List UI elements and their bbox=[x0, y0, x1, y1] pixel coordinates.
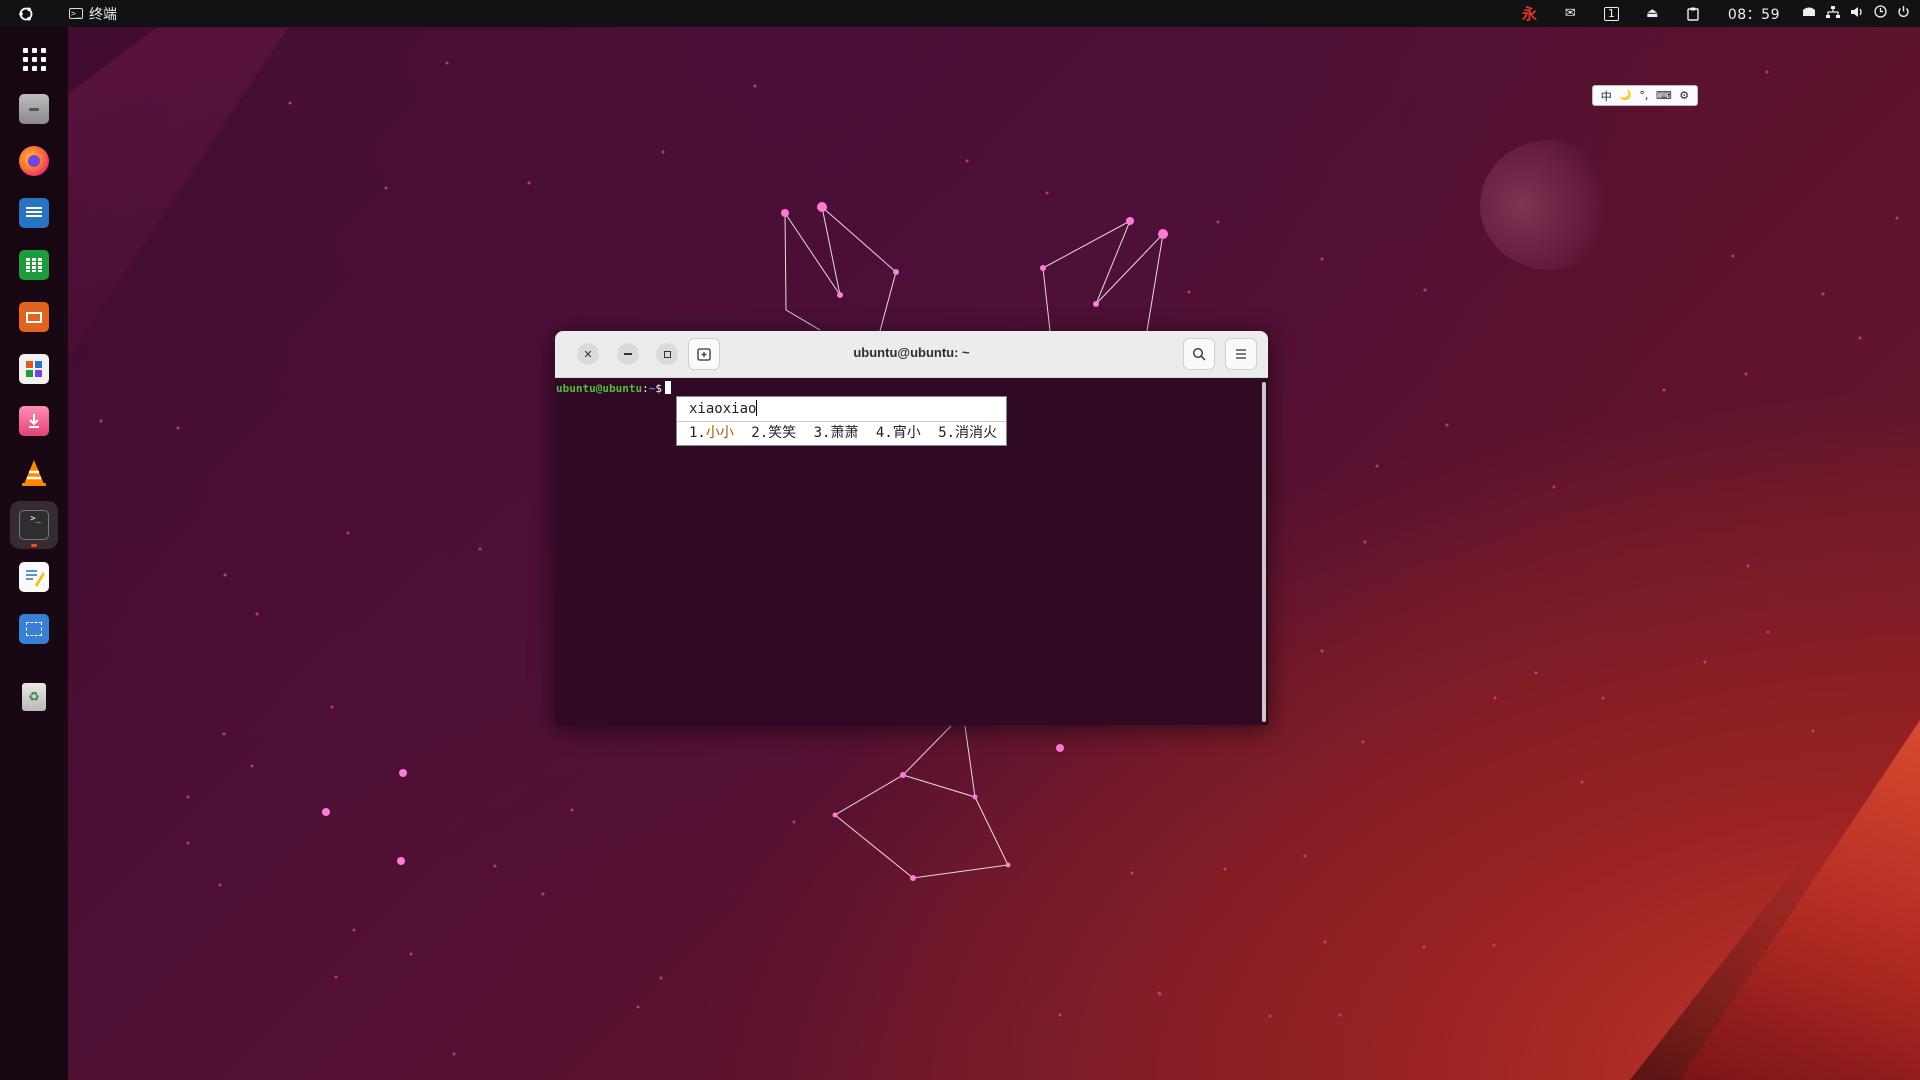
candidate-word: 笑笑 bbox=[768, 425, 797, 441]
candidate-index: 4. bbox=[875, 425, 893, 441]
candidate-word: 宵小 bbox=[892, 425, 921, 441]
terminal-headerbar[interactable]: ✕ ubuntu@ubuntu: ~ bbox=[555, 331, 1268, 378]
libreoffice-impress-icon bbox=[19, 302, 49, 332]
ime-indicator[interactable]: 永 bbox=[1509, 0, 1550, 27]
candidate-index: 1. bbox=[689, 425, 706, 441]
hamburger-menu-icon bbox=[1236, 349, 1246, 359]
text-cursor bbox=[664, 381, 671, 394]
terminal-window: ✕ ubuntu@ubuntu: ~ ubuntu@ubuntu:~$ bbox=[555, 331, 1268, 725]
ime-preedit-text: xiaoxiao bbox=[689, 401, 757, 417]
firefox-icon bbox=[19, 146, 49, 176]
terminal-app-icon: >_ bbox=[69, 8, 83, 19]
dock-item-impress[interactable] bbox=[10, 293, 58, 341]
terminal-scrollbar[interactable] bbox=[1262, 382, 1266, 722]
shell-prompt: ubuntu@ubuntu:~$ bbox=[556, 381, 671, 395]
search-button[interactable] bbox=[1183, 338, 1215, 370]
settings-gear-icon[interactable]: ⚙ bbox=[1679, 89, 1689, 102]
app-grid-icon bbox=[22, 47, 46, 71]
ime-mode-toggle[interactable]: 中 bbox=[1601, 88, 1612, 104]
ime-candidate[interactable]: 2.笑笑 bbox=[751, 425, 796, 441]
candidate-word: 小小 bbox=[705, 425, 734, 441]
top-bar: >_ 终端 永 ✉ 1 ⏏ 08：59 bbox=[0, 0, 1920, 27]
active-app-menu[interactable]: >_ 终端 bbox=[69, 4, 117, 24]
battery-timer-icon bbox=[1874, 5, 1887, 22]
dock-item-text-editor[interactable] bbox=[10, 553, 58, 601]
libreoffice-writer-icon bbox=[19, 198, 49, 228]
app-center-icon bbox=[19, 354, 49, 384]
screenshot-icon bbox=[19, 614, 49, 644]
trash-icon: ♻ bbox=[22, 683, 46, 711]
keyboard-icon[interactable]: ⌨ bbox=[1656, 89, 1672, 102]
ime-candidate[interactable]: 5.消消火 bbox=[938, 425, 997, 441]
files-icon bbox=[19, 94, 49, 124]
prompt-symbol: $ bbox=[655, 382, 662, 395]
power-icon bbox=[1897, 5, 1910, 22]
ime-candidate[interactable]: 4.宵小 bbox=[876, 425, 921, 441]
dock: >_ ♻ bbox=[0, 27, 68, 1080]
prompt-user: ubuntu@ubuntu bbox=[556, 382, 643, 395]
install-ubuntu-icon bbox=[19, 406, 49, 436]
text-editor-icon bbox=[19, 562, 49, 592]
candidate-index: 2. bbox=[751, 425, 769, 441]
dock-item-trash[interactable]: ♻ bbox=[10, 673, 58, 721]
menu-button[interactable] bbox=[1225, 338, 1257, 370]
ime-status-toolbar: 中 🌙 °, ⌨ ⚙ bbox=[1592, 85, 1698, 106]
mail-icon[interactable]: ✉ bbox=[1550, 0, 1591, 27]
show-apps-button[interactable] bbox=[10, 35, 58, 83]
dock-item-screenshot[interactable] bbox=[10, 605, 58, 653]
eject-icon[interactable]: ⏏ bbox=[1632, 0, 1673, 27]
candidate-index: 5. bbox=[938, 425, 956, 441]
libreoffice-calc-icon bbox=[19, 250, 49, 280]
ime-caret bbox=[756, 400, 758, 416]
ime-candidate[interactable]: 3.萧萧 bbox=[814, 425, 859, 441]
window-title: ubuntu@ubuntu: ~ bbox=[853, 345, 970, 360]
ime-candidate[interactable]: 1.小小 bbox=[689, 425, 734, 441]
dock-item-calc[interactable] bbox=[10, 241, 58, 289]
volume-icon bbox=[1850, 6, 1864, 22]
ime-punctuation-icon[interactable]: 🌙 bbox=[1619, 90, 1631, 101]
clipboard-icon[interactable] bbox=[1673, 0, 1714, 27]
dock-item-firefox[interactable] bbox=[10, 137, 58, 185]
running-indicator bbox=[31, 544, 37, 547]
candidate-index: 3. bbox=[813, 425, 831, 441]
accessibility-icon bbox=[1802, 6, 1816, 22]
ime-candidate-list: 1.小小 2.笑笑 3.萧萧 4.宵小 5.消消火 bbox=[677, 422, 1006, 445]
search-icon bbox=[1192, 347, 1206, 361]
active-app-name: 终端 bbox=[89, 6, 117, 23]
network-icon bbox=[1826, 5, 1840, 22]
workspace-indicator[interactable]: 1 bbox=[1591, 0, 1632, 27]
ubuntu-logo-icon[interactable] bbox=[12, 0, 39, 27]
candidate-word: 消消火 bbox=[955, 425, 998, 441]
dock-item-writer[interactable] bbox=[10, 189, 58, 237]
terminal-icon: >_ bbox=[19, 510, 49, 540]
ime-preedit: xiaoxiao bbox=[677, 397, 1006, 422]
candidate-word: 萧萧 bbox=[830, 425, 859, 441]
vlc-icon bbox=[19, 458, 49, 488]
dock-item-terminal[interactable]: >_ bbox=[10, 501, 58, 549]
dock-item-vlc[interactable] bbox=[10, 449, 58, 497]
ime-symbol-toggle[interactable]: °, bbox=[1639, 89, 1648, 102]
clock[interactable]: 08：59 bbox=[1728, 4, 1780, 24]
dock-item-app-center[interactable] bbox=[10, 345, 58, 393]
prompt-separator: : bbox=[642, 382, 649, 395]
dock-item-files[interactable] bbox=[10, 85, 58, 133]
ime-candidate-window: xiaoxiao 1.小小 2.笑笑 3.萧萧 4.宵小 5.消消火 bbox=[676, 396, 1007, 446]
dock-item-installer[interactable] bbox=[10, 397, 58, 445]
system-menu[interactable] bbox=[1802, 5, 1910, 22]
